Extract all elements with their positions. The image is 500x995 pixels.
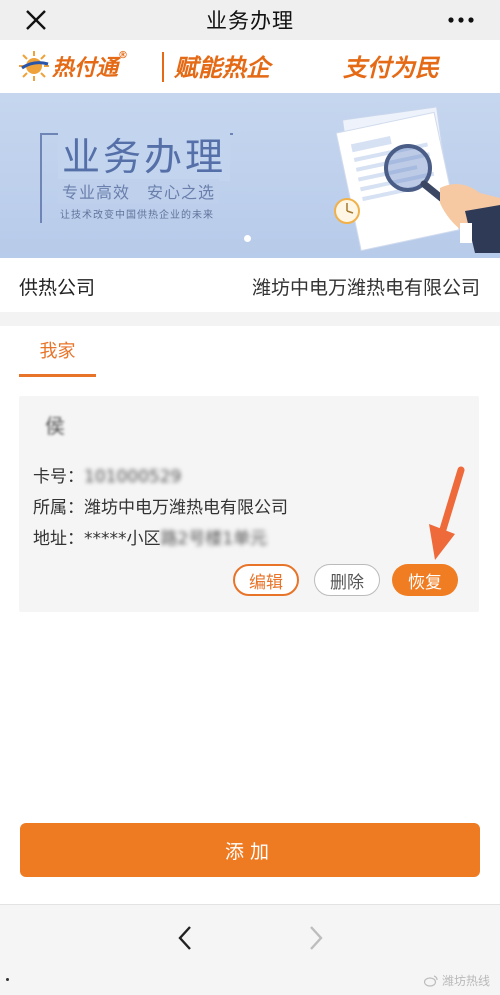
chevron-left-icon[interactable] xyxy=(175,923,195,957)
page-title: 业务办理 xyxy=(206,9,294,33)
restore-button[interactable]: 恢复 xyxy=(392,564,458,596)
chevron-right-icon[interactable] xyxy=(306,923,326,957)
belong-value: 潍坊中电万潍热电有限公司 xyxy=(84,498,288,518)
delete-button[interactable]: 删除 xyxy=(314,564,380,596)
brand-header: 热付通® 赋能热企 支付为民 xyxy=(0,40,500,93)
more-dots-icon[interactable] xyxy=(446,10,476,30)
close-icon[interactable] xyxy=(22,6,50,34)
banner-title: 业务办理 xyxy=(58,126,231,181)
account-name: 侯 xyxy=(45,414,65,438)
watermark: 潍坊热线 xyxy=(423,972,490,989)
brand-name: 热付通® xyxy=(52,50,129,81)
promo-banner[interactable]: 业务办理 专业高效 安心之选 让技术改变中国供热企业的未来 xyxy=(0,93,500,258)
address-label: 地址： xyxy=(33,529,84,549)
tab-bar: 我家 xyxy=(0,326,500,378)
address-row: 地址：*****小区路2号楼1单元 xyxy=(33,524,267,549)
card-number-label: 卡号： xyxy=(33,467,84,487)
carousel-dot-active[interactable] xyxy=(244,235,251,242)
heating-company-row[interactable]: 供热公司 潍坊中电万潍热电有限公司 xyxy=(0,258,500,313)
brand-divider xyxy=(162,52,164,82)
banner-tagline: 让技术改变中国供热企业的未来 xyxy=(60,210,214,221)
belong-label: 所属： xyxy=(33,498,84,518)
annotation-arrow-icon xyxy=(429,466,465,560)
account-card: 侯 卡号：101000529 所属：潍坊中电万潍热电有限公司 地址：*****小… xyxy=(19,396,479,612)
add-button[interactable]: 添加 xyxy=(20,823,480,877)
brand-slogan-2: 支付为民 xyxy=(343,53,439,82)
tab-label: 我家 xyxy=(39,341,76,362)
logo-icon xyxy=(18,50,50,86)
address-value: *****小区 xyxy=(84,529,161,549)
banner-subtitle: 专业高效 安心之选 xyxy=(58,179,220,203)
corner-dot xyxy=(6,978,9,981)
company-label: 供热公司 xyxy=(19,277,96,299)
belong-row: 所属：潍坊中电万潍热电有限公司 xyxy=(33,493,288,518)
card-number-row: 卡号：101000529 xyxy=(33,462,181,487)
weibo-icon xyxy=(423,974,438,987)
section-gap xyxy=(0,312,500,326)
add-button-label: 添加 xyxy=(224,840,275,863)
address-value-blurred: 路2号楼1单元 xyxy=(160,529,268,549)
company-value: 潍坊中电万潍热电有限公司 xyxy=(251,277,480,299)
edit-button[interactable]: 编辑 xyxy=(233,564,299,596)
bottom-nav-bar: 潍坊热线 xyxy=(0,904,500,995)
tab-my-home[interactable]: 我家 xyxy=(19,326,96,377)
top-nav-bar: 业务办理 xyxy=(0,0,500,40)
carousel-dots xyxy=(244,235,251,242)
watermark-text: 潍坊热线 xyxy=(441,974,490,988)
brand-slogan-1: 赋能热企 xyxy=(174,53,270,82)
document-magnifier-illustration xyxy=(334,106,500,253)
card-number-value: 101000529 xyxy=(84,467,182,487)
